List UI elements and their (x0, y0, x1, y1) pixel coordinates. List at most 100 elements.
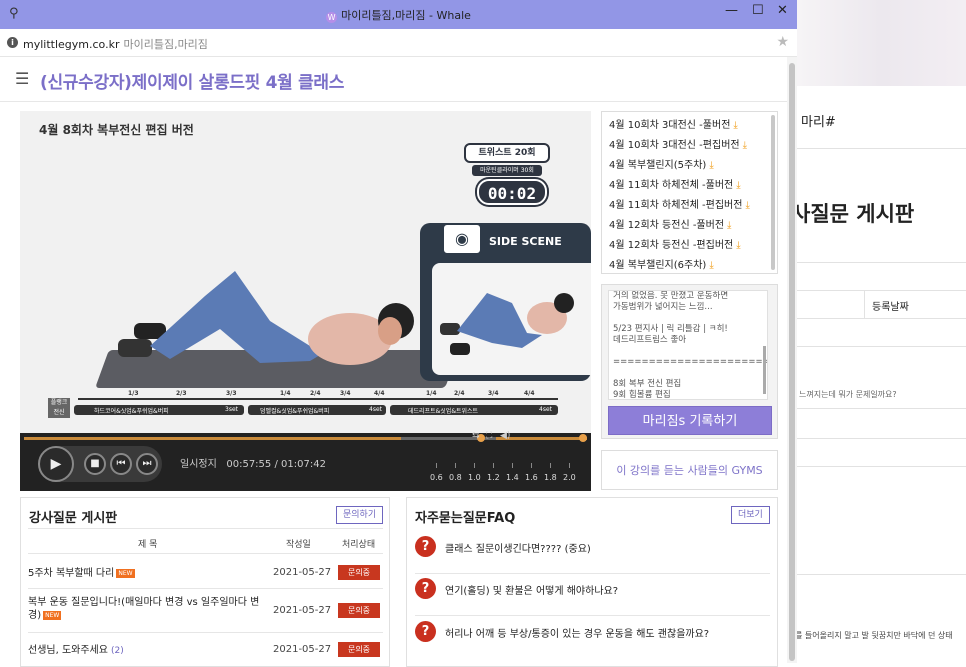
lesson-item[interactable]: 4월 10회차 3대전신 -편집버전 ⤓ (609, 136, 747, 151)
video-caption: 4월 8회차 복부전신 편집 버전 (39, 123, 194, 137)
memo-textarea[interactable]: 거의 없었음. 못 만졌고 운동하면 가동범위가 넓어지는 느낌... 5/23… (608, 290, 768, 400)
table-row[interactable]: 5주차 복부할때 다리 NEW 2021-05-27 문의중 (28, 556, 383, 589)
lesson-item[interactable]: 4월 복부챌린지(6주차) ⤓ (609, 256, 714, 271)
table-row[interactable]: 복부 운동 질문입니다!(매일마다 변경 vs 일주일마다 변경) NEW 202… (28, 590, 383, 633)
download-icon[interactable]: ⤓ (736, 240, 740, 251)
speed-option[interactable]: 1.0 (468, 473, 481, 482)
seek-bar[interactable]: ⇆ ⛶ ◀) (24, 431, 587, 442)
timeline-mark: 3/3 (226, 390, 237, 397)
faq-question[interactable]: 허리나 어깨 등 부상/통증이 있는 경우 운동을 해도 괜찮을까요? (445, 625, 709, 640)
background-crumb: 마리# (801, 115, 836, 130)
background-page: 마리# 사질문 게시판 등록날짜 느껴지는데 뭐가 문제일까요? 를 들어올리지… (797, 0, 966, 663)
table-row[interactable]: 선생님, 도와주세요 (2) 2021-05-27 문의중 (28, 634, 383, 667)
qa-board-title: 강사질문 게시판 (29, 511, 118, 526)
post-title[interactable]: 복부 운동 질문입니다!(매일마다 변경 vs 일주일마다 변경) (28, 597, 259, 621)
lesson-item[interactable]: 4월 12회차 등전신 -편집버전 ⤓ (609, 236, 741, 251)
faq-item[interactable]: ? 허리나 어깨 등 부상/통증이 있는 경우 운동을 해도 괜찮을까요? (415, 621, 770, 659)
background-banner (797, 0, 966, 86)
playback-buttons: ▶ ■ ⏮ ⏭ (38, 446, 162, 482)
counter-timer: 00:02 (477, 179, 547, 205)
download-icon[interactable]: ⤓ (736, 180, 740, 191)
side-scene-figure (440, 293, 574, 355)
status-badge: 문의중 (338, 565, 380, 580)
popup-window: ⚲ W 마이리틀짐,마리짐 - Whale — ☐ ✕ i mylittlegym… (0, 0, 797, 667)
qa-board: 강사질문 게시판 문의하기 제 목 작성일 처리상태 5주차 복부할때 다리 NE… (20, 497, 390, 667)
memo-scrollbar[interactable] (763, 346, 766, 394)
timeline-mark: 1/4 (426, 390, 437, 397)
speed-option[interactable]: 0.6 (430, 473, 443, 482)
lesson-list: 4월 10회차 3대전신 -풀버전 ⤓ 4월 10회차 3대전신 -편집버전 ⤓ 4… (601, 111, 778, 274)
download-icon[interactable]: ⤓ (743, 140, 747, 151)
background-heading: 사질문 게시판 (797, 202, 915, 226)
question-icon: ? (415, 621, 436, 642)
maximize-icon[interactable]: ☐ (752, 3, 764, 18)
more-button[interactable]: 더보기 (731, 506, 770, 524)
current-time: 00:57:55 (226, 459, 272, 470)
gyms-link[interactable]: 이 강의를 듣는 사람들의 GYMS (601, 450, 778, 490)
bookmark-star-icon[interactable]: ★ (776, 34, 789, 50)
previous-button[interactable]: ⏮ (110, 453, 132, 475)
question-icon: ? (415, 578, 436, 599)
download-icon[interactable]: ⤓ (709, 260, 713, 271)
playback-speed-selector[interactable]: 0.6 0.8 1.0 1.2 1.4 1.6 1.8 2.0 (424, 443, 576, 483)
volume-knob[interactable] (579, 434, 587, 442)
speed-option[interactable]: 2.0 (563, 473, 576, 482)
close-icon[interactable]: ✕ (777, 3, 788, 18)
player-controls: ⇆ ⛶ ◀) ▶ ■ ⏮ ⏭ 일시정지 00:57:55 / 01:07:42 … (20, 431, 591, 491)
speed-option[interactable]: 0.8 (449, 473, 462, 482)
timeline-mark: 4/4 (524, 390, 535, 397)
background-column-date: 등록날짜 (872, 302, 909, 313)
post-title[interactable]: 5주차 복부할때 다리 (28, 568, 114, 579)
lesson-item[interactable]: 4월 복부챌린지(5주차) ⤓ (609, 156, 714, 171)
speed-option[interactable]: 1.2 (487, 473, 500, 482)
faq-item[interactable]: ? 클래스 질문이생긴다면???? (중요) (415, 536, 770, 574)
address-bar[interactable]: i mylittlegym.co.kr 마이리틀짐,마리짐 ★ (0, 29, 797, 57)
segment-label: 덤벨컬&싯업&푸쉬업&버피 (260, 408, 330, 415)
video-player[interactable]: 4월 8회차 복부전신 편집 버전 트위스트 20회 마운틴클라이머 30회 0… (20, 111, 591, 491)
background-snippet: 느껴지는데 뭐가 문제일까요? (799, 390, 897, 399)
lesson-item[interactable]: 4월 12회차 등전신 -풀버전 ⤓ (609, 216, 731, 231)
page-title: (신규수강자)제이제이 살롱드핏 4월 클래스 (40, 73, 345, 93)
lesson-item[interactable]: 4월 11회차 하체전체 -풀버전 ⤓ (609, 176, 741, 191)
menu-list-icon[interactable]: ☰ (15, 69, 29, 88)
save-record-button[interactable]: 마리짐s 기록하기 (608, 406, 772, 435)
counter-sub-label: 마운틴클라이머 30회 (472, 165, 542, 176)
segment-label: 데드리프트&싯업&트위스트 (408, 408, 479, 415)
lesson-item[interactable]: 4월 11회차 하체전체 -편집버전 ⤓ (609, 196, 750, 211)
lesson-list-scrollbar[interactable] (771, 115, 775, 270)
side-scene-inset: ◉ SIDE SCENE (420, 223, 591, 381)
column-date: 작성일 (286, 540, 311, 550)
lesson-item[interactable]: 4월 10회차 3대전신 -풀버전 ⤓ (609, 116, 738, 131)
download-icon[interactable]: ⤓ (709, 160, 713, 171)
faq-item[interactable]: ? 연기(홀딩) 및 환불은 어떻게 해야하나요? (415, 578, 770, 616)
download-icon[interactable]: ⤓ (733, 120, 737, 131)
speed-option[interactable]: 1.6 (525, 473, 538, 482)
volume-icon[interactable]: ◀) (500, 431, 510, 441)
repeat-icon[interactable]: ⇆ (472, 431, 480, 441)
minimize-icon[interactable]: — (725, 3, 738, 18)
play-button[interactable]: ▶ (38, 446, 74, 482)
page-scrollbar[interactable] (787, 57, 797, 663)
timeline-mark: 3/4 (340, 390, 351, 397)
workout-timeline: 플랭크 전신 1/3 2/3 3/3 1/4 2/4 3/4 4/4 1/4 2… (48, 390, 558, 420)
info-icon[interactable]: i (7, 37, 18, 48)
memo-panel: 거의 없었음. 못 만졌고 운동하면 가동범위가 넓어지는 느낌... 5/23… (601, 284, 778, 439)
qa-table-header: 제 목 작성일 처리상태 (28, 528, 383, 554)
faq-question[interactable]: 연기(홀딩) 및 환불은 어떻게 해야하나요? (445, 582, 618, 597)
speed-option[interactable]: 1.8 (544, 473, 557, 482)
download-icon[interactable]: ⤓ (727, 220, 731, 231)
speed-option[interactable]: 1.4 (506, 473, 519, 482)
stop-button[interactable]: ■ (84, 453, 106, 475)
next-button[interactable]: ⏭ (136, 453, 158, 475)
status-badge: 문의중 (338, 642, 380, 657)
download-icon[interactable]: ⤓ (745, 200, 749, 211)
post-title[interactable]: 선생님, 도와주세요 (28, 645, 108, 656)
segment-sets: 4set (369, 406, 382, 413)
timeline-mark: 2/4 (310, 390, 321, 397)
column-status: 처리상태 (342, 540, 376, 550)
faq-question[interactable]: 클래스 질문이생긴다면???? (중요) (445, 540, 591, 555)
timeline-mark: 4/4 (374, 390, 385, 397)
fullscreen-icon[interactable]: ⛶ (486, 431, 492, 441)
side-scene-label: SIDE SCENE (489, 235, 562, 248)
ask-button[interactable]: 문의하기 (336, 506, 384, 524)
